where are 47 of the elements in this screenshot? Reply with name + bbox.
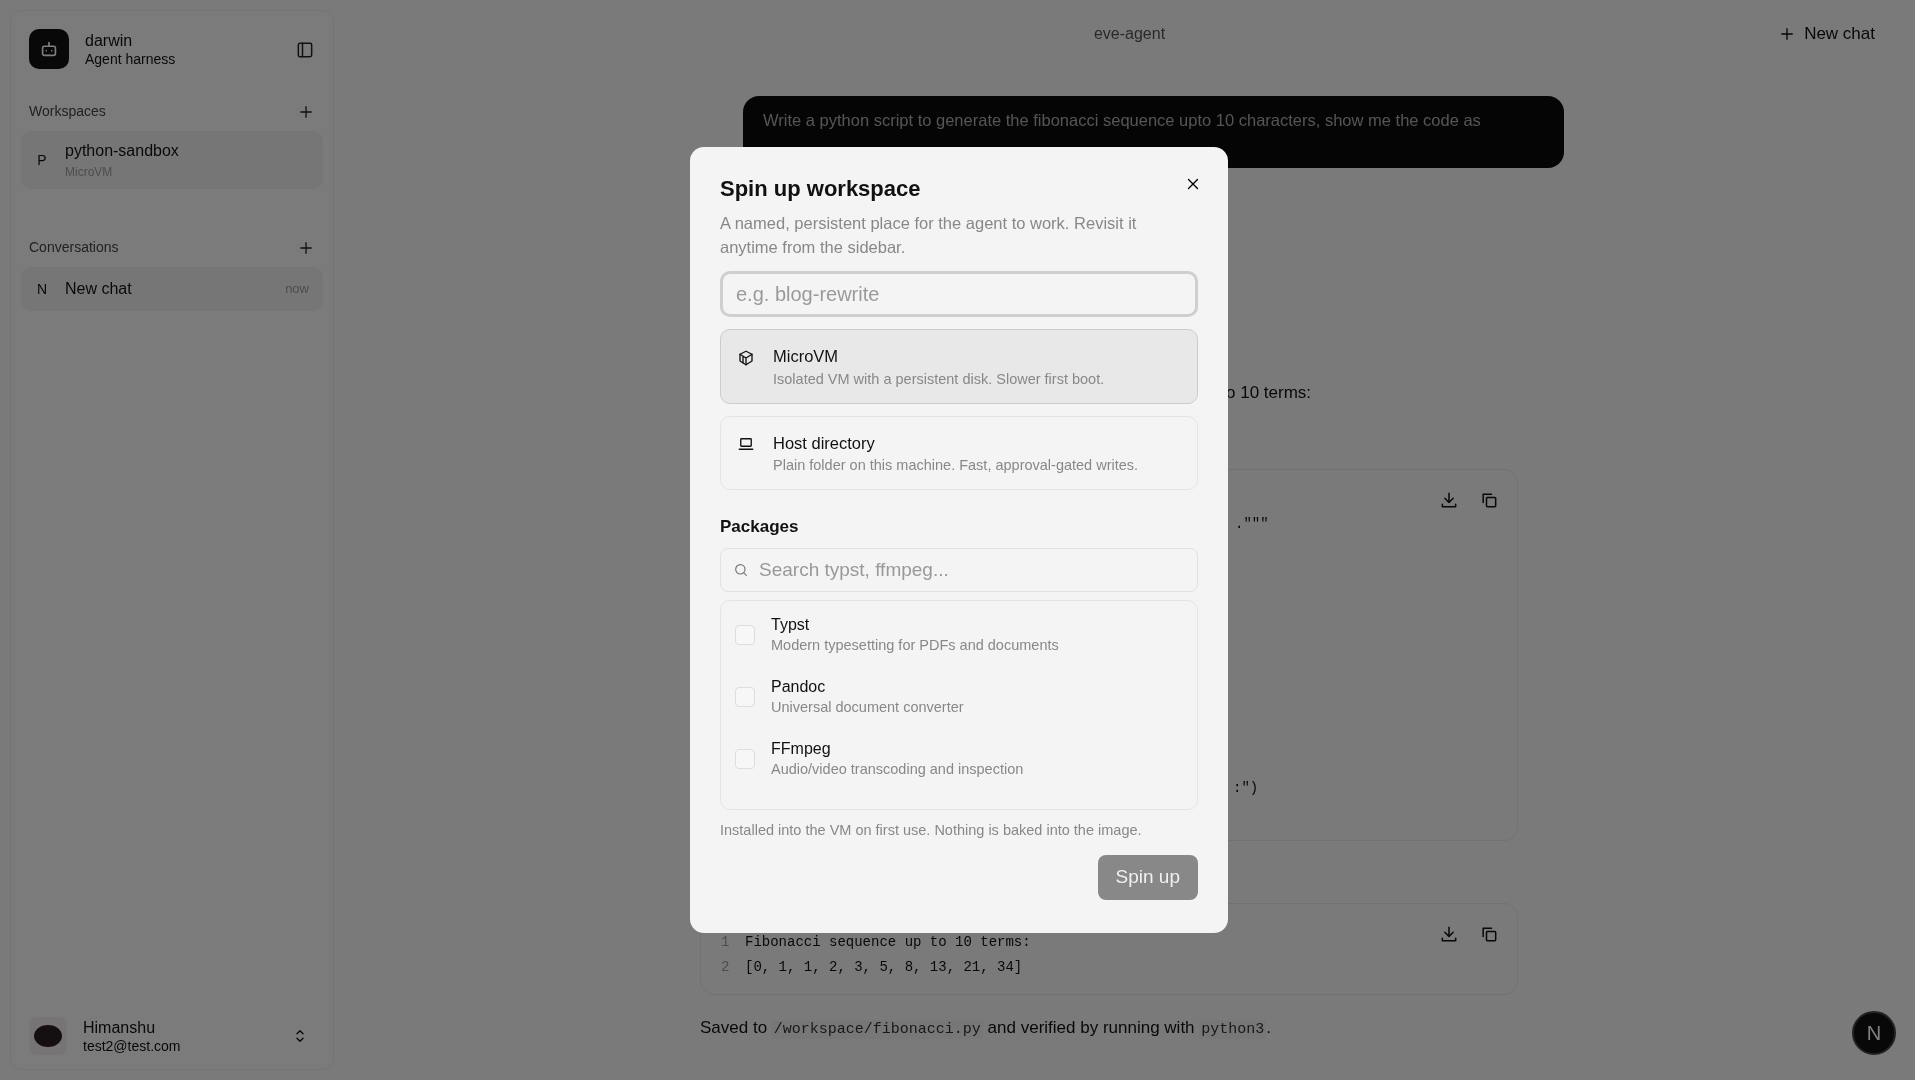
checkbox[interactable]: [735, 686, 755, 707]
app-name: darwin: [85, 30, 134, 50]
section-title: Workspaces: [29, 101, 106, 121]
download-icon[interactable]: [1439, 490, 1459, 510]
output-line: [0, 1, 1, 2, 3, 5, 8, 13, 21, 34]: [745, 958, 1023, 977]
code-line: .""": [1235, 515, 1269, 534]
cube-icon: [737, 348, 755, 367]
section-label: Packages: [720, 516, 800, 538]
option-name: MicroVM: [773, 346, 840, 367]
new-chat-button[interactable]: New chat: [1772, 20, 1881, 48]
item-initial: P: [36, 150, 48, 170]
item-name: python-sandbox: [65, 141, 180, 161]
modal-title: Spin up workspace: [720, 175, 921, 203]
package-search-field[interactable]: Search typst, ffmpeg...: [720, 547, 1198, 592]
download-icon[interactable]: [1439, 924, 1459, 944]
avatar-icon: [33, 1023, 63, 1049]
checkbox[interactable]: [735, 748, 755, 769]
search-icon: [733, 561, 749, 578]
option-name: Host directory: [773, 432, 876, 454]
item-name: New chat: [65, 279, 133, 299]
user-menu[interactable]: Himanshu test2@test.com: [29, 1017, 323, 1055]
user-email: test2@test.com: [83, 1036, 182, 1055]
modal-note: Installed into the VM on first use. Nothing is baked into the image.: [720, 820, 1143, 840]
name-field[interactable]: e.g. blog-rewrite: [720, 271, 1198, 317]
package-description: Audio/video transcoding and inspection: [771, 759, 1024, 779]
copy-icon[interactable]: [1479, 490, 1499, 510]
package-name: Typst: [771, 614, 811, 635]
dev-badge[interactable]: N: [1852, 1011, 1896, 1055]
package-description: Modern typesetting for PDFs and documents: [771, 635, 1059, 655]
option-description: Isolated VM with a persistent disk. Slower first boot.: [773, 369, 1105, 389]
package-description: Universal document converter: [771, 697, 964, 717]
modal-description: A named, persistent place for the agent to work. Revisit it anytime from the sidebar.: [720, 213, 1138, 258]
workspace-type-option[interactable]: Host directory Plain folder on this machine. Fast, approval-gated writes.: [720, 415, 1198, 490]
app-subtitle: Agent harness: [85, 49, 177, 68]
message-text: Saved to /workspace/fibonacci.py and verified by running with python3.: [700, 1017, 1273, 1041]
workspace-type-option[interactable]: MicroVM Isolated VM with a persistent disk. Slower first boot.: [720, 329, 1198, 404]
user-name: Himanshu: [83, 1017, 157, 1037]
option-description: Plain folder on this machine. Fast, approval-gated writes.: [773, 456, 1139, 476]
package-name: Pandoc: [771, 676, 827, 697]
checkbox[interactable]: [735, 624, 755, 645]
copy-icon[interactable]: [1479, 924, 1499, 944]
package-name: FFmpeg: [771, 738, 832, 759]
output-line: Fibonacci sequence up to 10 terms:: [745, 933, 1031, 952]
code-line: :"): [1233, 779, 1259, 798]
section-title: Conversations: [29, 237, 119, 257]
chat-title: eve-agent: [1093, 24, 1166, 44]
item-initial: N: [35, 279, 49, 299]
